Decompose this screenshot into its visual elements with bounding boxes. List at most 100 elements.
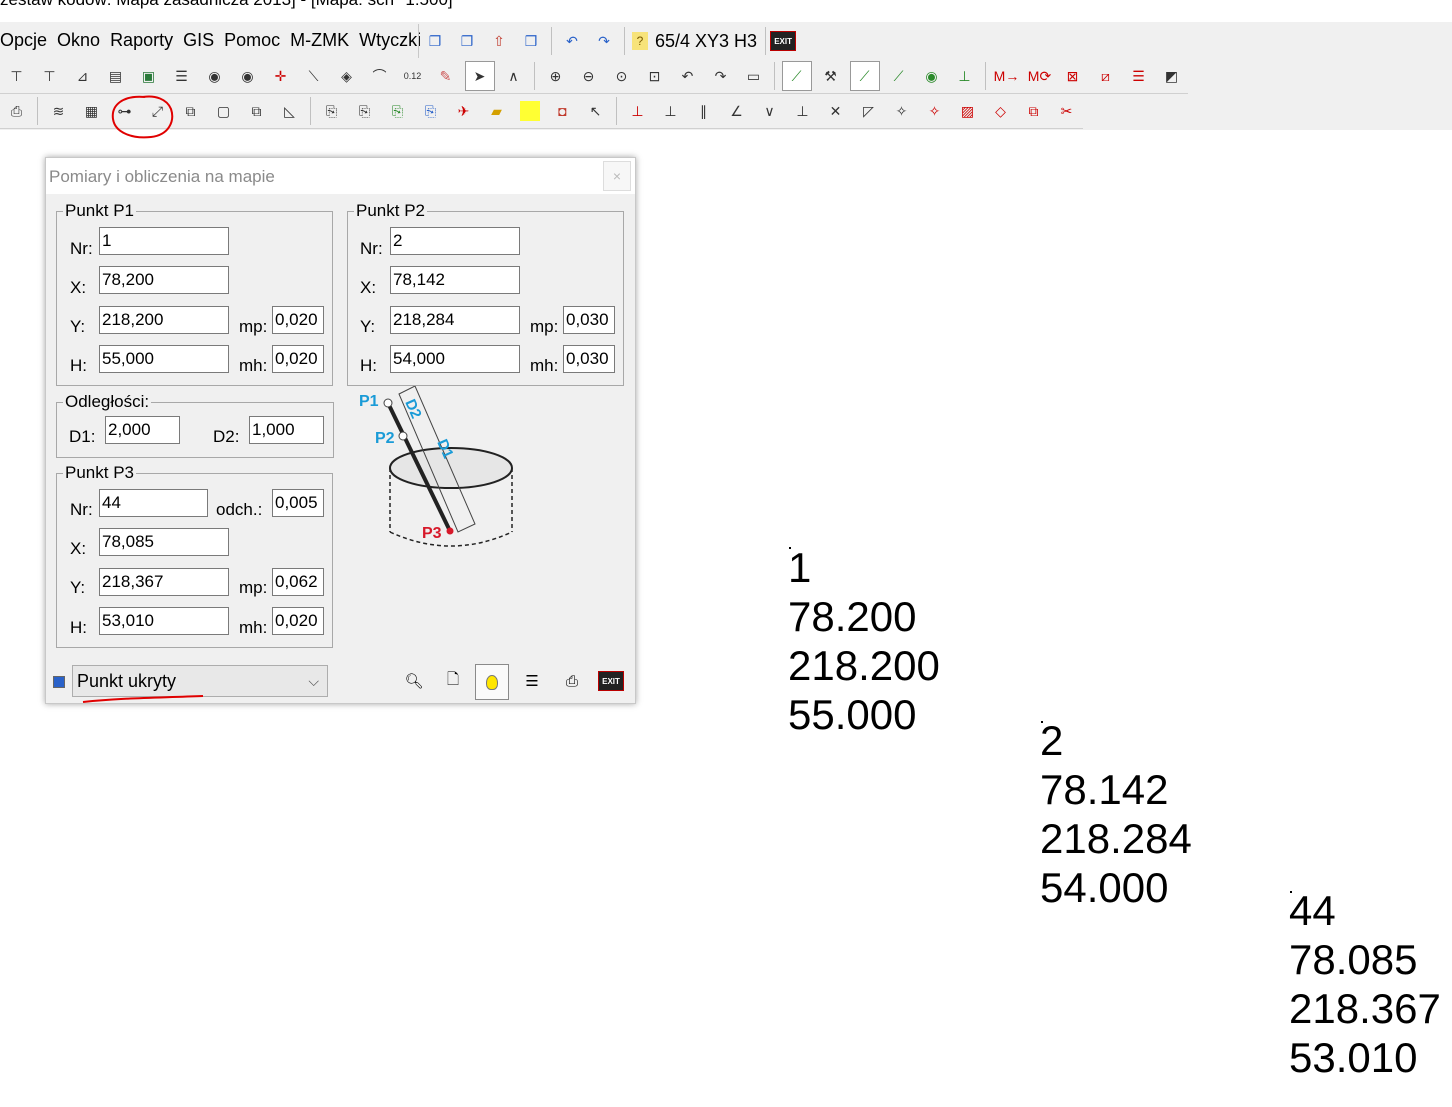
gps-icon[interactable]: ✈ <box>450 97 478 125</box>
angle-icon[interactable]: ∧ <box>500 62 528 90</box>
snap-green-icon[interactable]: ⟋ <box>849 61 880 91</box>
zoom-fit-icon[interactable]: ⊙ <box>608 62 636 90</box>
perp-foot-icon[interactable]: ⊥ <box>789 97 817 125</box>
search-icon[interactable]: 🔍︎ <box>398 664 430 698</box>
p3-mh-field[interactable]: 0,020 <box>272 607 324 635</box>
p3-h-field[interactable]: 53,010 <box>99 607 229 635</box>
p3-y-field[interactable]: 218,367 <box>99 568 229 596</box>
pointer-icon[interactable]: ➤ <box>464 61 495 91</box>
p2-h-field[interactable]: 54,000 <box>390 345 520 373</box>
layer-c-icon[interactable]: ⎘ <box>384 97 412 125</box>
snap-nr-icon[interactable]: ⟋ <box>885 62 913 90</box>
d2-field[interactable]: 1,000 <box>249 416 324 444</box>
folder-icon[interactable]: ▰ <box>483 97 511 125</box>
line-style-icon[interactable]: ☰ <box>1125 62 1153 90</box>
snap-shield-icon[interactable]: ◉ <box>918 62 946 90</box>
bulb-icon[interactable] <box>475 664 509 700</box>
menu-wtyczki[interactable]: Wtyczki <box>354 30 426 51</box>
p2-y-field[interactable]: 218,284 <box>390 306 520 334</box>
p1-y-field[interactable]: 218,200 <box>99 306 229 334</box>
exit-button[interactable]: EXIT <box>770 31 797 51</box>
measure-icon[interactable]: 0.12 <box>399 62 427 90</box>
angle-measure-icon[interactable]: ∠ <box>723 97 751 125</box>
p2-x-field[interactable]: 78,142 <box>390 266 520 294</box>
print-icon[interactable]: ⎙ <box>556 664 588 698</box>
p1-x-field[interactable]: 78,200 <box>99 266 229 294</box>
hatch-lines-icon[interactable]: ▨ <box>954 97 982 125</box>
zoom-all-icon[interactable]: ▭ <box>740 62 768 90</box>
mirror-icon[interactable]: ⊠ <box>1059 62 1087 90</box>
table-icon[interactable]: ▦ <box>78 97 106 125</box>
symbol-icon[interactable]: ◉ <box>201 62 229 90</box>
menu-gis[interactable]: GIS <box>178 30 219 51</box>
snap-perp-icon[interactable]: ⊥ <box>951 62 979 90</box>
map-point-1[interactable]: 1 78.200 218.200 55.000 <box>788 543 940 739</box>
p2-nr-field[interactable]: 2 <box>390 227 520 255</box>
p1-h-field[interactable]: 55,000 <box>99 345 229 373</box>
p3-nr-field[interactable]: 44 <box>99 489 208 517</box>
move-icon[interactable]: M→ <box>993 62 1021 90</box>
link-icon[interactable]: ⊶ <box>111 97 139 125</box>
layer-a-icon[interactable]: ⎘ <box>318 97 346 125</box>
window-icon[interactable]: ⧉ <box>243 97 271 125</box>
bisector-icon[interactable]: ∨ <box>756 97 784 125</box>
layers-icon[interactable]: ≋ <box>45 97 73 125</box>
rotate-icon[interactable]: M⟳ <box>1026 62 1054 90</box>
scissors-icon[interactable]: ✂ <box>1053 97 1081 125</box>
ruler-icon[interactable]: ◺ <box>276 97 304 125</box>
triangle-icon[interactable]: ◸ <box>855 97 883 125</box>
parallel-icon[interactable]: ∥ <box>690 97 718 125</box>
color-swatch-icon[interactable] <box>516 97 544 125</box>
copy-object-icon[interactable]: ⧉ <box>177 97 205 125</box>
crosshair-icon[interactable]: ✛ <box>267 62 295 90</box>
offset-b-icon[interactable]: ✧ <box>921 97 949 125</box>
layer-d-icon[interactable]: ⎘ <box>417 97 445 125</box>
perp-red-icon[interactable]: ⊥ <box>624 97 652 125</box>
dialog-title-bar[interactable]: Pomiary i obliczenia na mapie × <box>46 158 635 194</box>
perp-icon[interactable]: ⊥ <box>657 97 685 125</box>
redo-icon[interactable]: ↷ <box>591 28 617 54</box>
p3-x-field[interactable]: 78,085 <box>99 528 229 556</box>
zoom-previous-icon[interactable]: ↶ <box>674 62 702 90</box>
copy-icon[interactable]: ❒ <box>518 28 544 54</box>
eraser-icon[interactable]: ✎ <box>432 62 460 90</box>
zoom-out-icon[interactable]: ⊖ <box>575 62 603 90</box>
exit-dialog-button[interactable]: EXIT <box>595 664 627 698</box>
note-icon[interactable]: ▤ <box>102 62 130 90</box>
new-page-icon[interactable]: 🗋 <box>437 664 469 698</box>
text-tool-icon[interactable]: ⊤ <box>3 62 31 90</box>
menu-pomoc[interactable]: Pomoc <box>219 30 285 51</box>
erase-shape-icon[interactable]: ◇ <box>987 97 1015 125</box>
print-icon[interactable]: ⎙ <box>3 97 31 125</box>
export-icon[interactable]: ⇧ <box>486 28 512 54</box>
p2-mp-field[interactable]: 0,030 <box>563 306 615 334</box>
cascade-icon[interactable]: ❐ <box>422 28 448 54</box>
p1-nr-field[interactable]: 1 <box>99 227 229 255</box>
mode-select[interactable]: Punkt ukryty ⌵ <box>72 665 328 697</box>
diamond-icon[interactable]: ◈ <box>333 62 361 90</box>
line-dots-icon[interactable]: ⟍ <box>300 62 328 90</box>
map-point-44[interactable]: 44 78.085 218.367 53.010 <box>1289 886 1441 1082</box>
text-angle-icon[interactable]: ⊿ <box>69 62 97 90</box>
p3-mp-field[interactable]: 0,062 <box>272 568 324 596</box>
map-point-2[interactable]: 2 78.142 218.284 54.000 <box>1040 716 1192 912</box>
p1-mh-field[interactable]: 0,020 <box>272 345 324 373</box>
offset-icon[interactable]: ✧ <box>888 97 916 125</box>
menu-raporty[interactable]: Raporty <box>105 30 178 51</box>
options-checkbox[interactable] <box>53 676 65 688</box>
pick-icon[interactable]: ↖ <box>582 97 610 125</box>
p2-mh-field[interactable]: 0,030 <box>563 345 615 373</box>
page-icon[interactable]: ▢ <box>210 97 238 125</box>
tile-icon[interactable]: ❐ <box>454 28 480 54</box>
intersect-icon[interactable]: ✕ <box>822 97 850 125</box>
image-icon[interactable]: ▣ <box>135 62 163 90</box>
snap-line-icon[interactable]: ⟋ <box>781 61 812 91</box>
hatch-icon[interactable]: ⧄ <box>1092 62 1120 90</box>
menu-opcje[interactable]: Opcje <box>0 30 52 51</box>
marker-icon[interactable]: ◘ <box>549 97 577 125</box>
arc-icon[interactable]: ⌒ <box>366 62 394 90</box>
text-number-icon[interactable]: ⊤ <box>36 62 64 90</box>
measure-line-icon[interactable]: ⤢ <box>144 97 172 125</box>
list-icon[interactable]: ☰ <box>516 664 548 698</box>
menu-m-zmk[interactable]: M-ZMK <box>285 30 354 51</box>
